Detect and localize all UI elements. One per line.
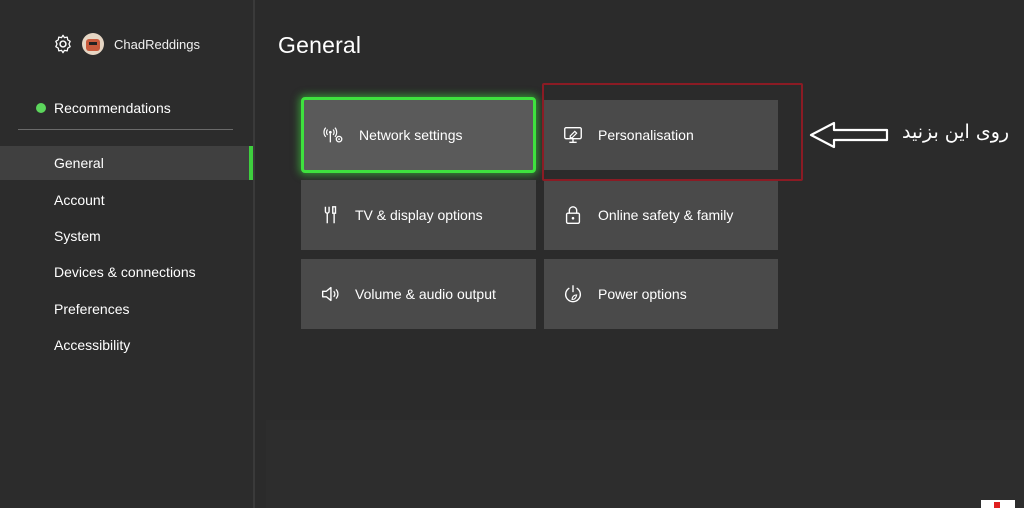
sidebar-item-account[interactable]: Account	[0, 183, 253, 217]
sidebar-item-label: Preferences	[54, 301, 130, 317]
avatar-face	[86, 39, 100, 51]
tile-label: TV & display options	[355, 207, 483, 223]
sidebar-item-label: Accessibility	[54, 337, 131, 353]
sidebar-edge	[253, 0, 255, 508]
sidebar-divider	[18, 129, 233, 130]
tile-label: Volume & audio output	[355, 286, 496, 302]
sidebar-item-accessibility[interactable]: Accessibility	[0, 328, 253, 362]
tile-label: Network settings	[359, 127, 463, 143]
gear-icon[interactable]	[52, 33, 74, 55]
sidebar-item-label: General	[54, 155, 104, 171]
sidebar-item-label: Devices & connections	[54, 264, 196, 280]
sidebar: ChadReddings Recommendations General Acc…	[0, 0, 253, 508]
network-icon	[323, 127, 343, 143]
annotation-highlight-box	[542, 83, 803, 181]
tv-display-icon	[324, 206, 337, 224]
tile-label: Power options	[598, 286, 687, 302]
power-icon	[565, 285, 581, 303]
recommendations-label: Recommendations	[54, 100, 171, 116]
left-arrow-icon	[809, 121, 889, 149]
content-background	[266, 420, 1024, 508]
page-title: General	[278, 32, 362, 58]
sidebar-item-label: System	[54, 228, 101, 244]
video-logo-icon	[981, 500, 1015, 508]
avatar-eyes	[89, 42, 97, 45]
sidebar-item-label: Account	[54, 192, 105, 208]
tile-power-options[interactable]: Power options	[544, 259, 778, 329]
speaker-icon	[321, 286, 339, 302]
tile-tv-display-options[interactable]: TV & display options	[301, 180, 536, 250]
tile-online-safety-family[interactable]: Online safety & family	[544, 180, 778, 250]
green-dot-icon	[36, 103, 46, 113]
sidebar-item-system[interactable]: System	[0, 219, 253, 253]
sidebar-item-devices-connections[interactable]: Devices & connections	[0, 255, 253, 289]
username: ChadReddings	[114, 36, 201, 52]
sidebar-item-preferences[interactable]: Preferences	[0, 292, 253, 326]
profile-bar[interactable]: ChadReddings	[52, 32, 200, 56]
tile-volume-audio-output[interactable]: Volume & audio output	[301, 259, 536, 329]
recommendations-item[interactable]: Recommendations	[36, 100, 171, 116]
lock-icon	[565, 206, 581, 224]
avatar[interactable]	[82, 33, 104, 55]
sidebar-item-general[interactable]: General	[0, 146, 253, 180]
tile-network-settings[interactable]: Network settings	[301, 97, 536, 173]
tile-label: Online safety & family	[598, 207, 734, 223]
annotation-text: روی این بزنید	[902, 121, 1010, 143]
